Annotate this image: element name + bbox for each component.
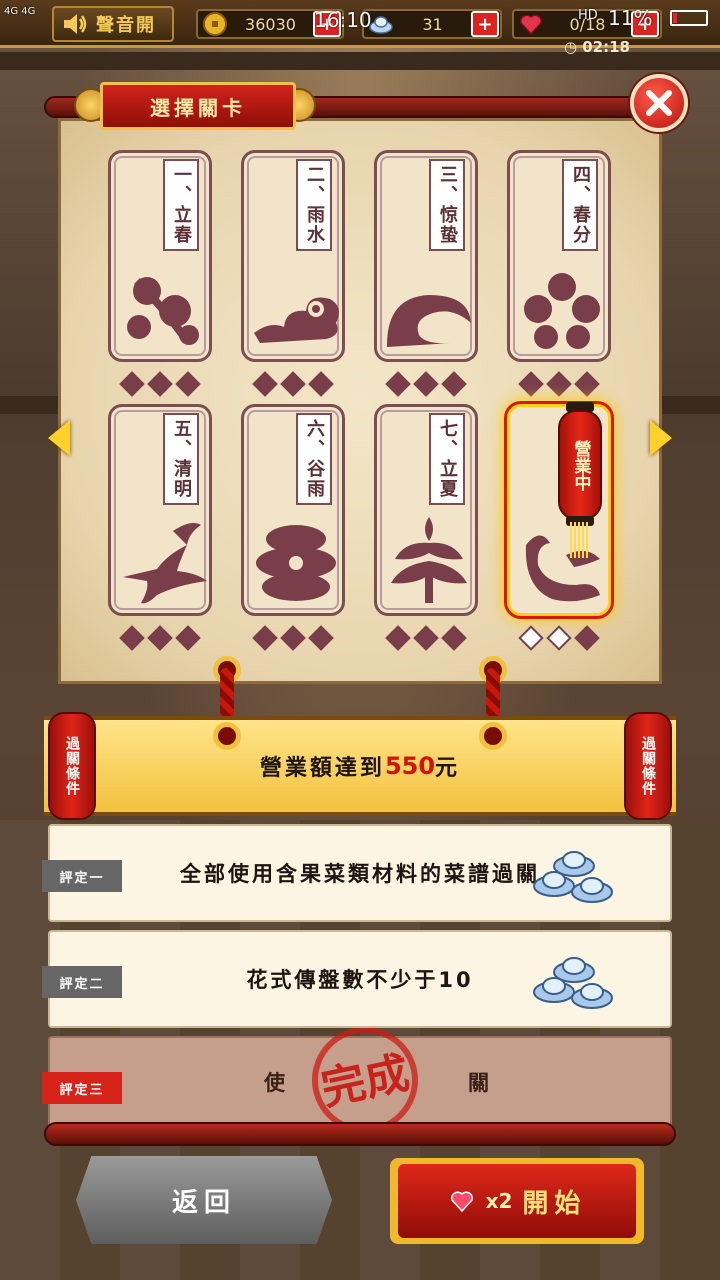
level-1-rating xyxy=(108,371,212,397)
rating-tag: 評定二 xyxy=(42,966,122,998)
level-label: 七、立夏 xyxy=(429,413,465,505)
rating-tag: 評定三 xyxy=(42,1072,122,1104)
clear-condition-banner: 營業額達到 550 元 xyxy=(44,716,676,816)
lantern-label: 營業中 xyxy=(570,439,591,491)
level-card-4[interactable]: 四、春分 xyxy=(507,150,611,362)
clock: 16:10 xyxy=(314,8,372,32)
silver-value: 31 xyxy=(422,14,443,34)
blossom-emblem-icon xyxy=(524,273,600,349)
level-card-6[interactable]: 六、谷雨 xyxy=(241,404,345,616)
panel-title: 選擇關卡 xyxy=(100,82,296,130)
rating-row-1: 評定一 全部使用含果菜類材料的菜譜過關 xyxy=(42,824,672,922)
level-card-2[interactable]: 二、雨水 xyxy=(241,150,345,362)
close-button[interactable] xyxy=(630,74,688,132)
next-page-arrow[interactable] xyxy=(650,420,672,456)
banner-ring-left xyxy=(213,722,241,750)
rating-text: 花式傳盤數不少于10 xyxy=(246,968,474,992)
cloud-emblem-icon xyxy=(254,297,339,343)
rating-text-visible: 使 xyxy=(264,1071,288,1095)
lotus-emblem-icon xyxy=(391,517,467,603)
level-label: 二、雨水 xyxy=(296,159,332,251)
condition-side-label: 過關條件 xyxy=(64,736,81,796)
level-label: 六、谷雨 xyxy=(296,413,332,505)
condition-amount: 550 xyxy=(384,752,436,780)
prev-page-arrow[interactable] xyxy=(48,420,70,456)
heart-icon xyxy=(519,14,543,36)
crane-emblem-icon xyxy=(123,523,207,604)
hd-indicator: HD xyxy=(578,8,598,23)
open-for-business-lantern: 營業中 xyxy=(556,396,604,558)
battery-percent: 11% xyxy=(608,6,653,30)
start-label: 開始 xyxy=(522,1188,587,1219)
level-card-5[interactable]: 五、清明 xyxy=(108,404,212,616)
signal-indicator: 4G 4G xyxy=(4,6,36,17)
level-4-rating xyxy=(507,371,611,397)
condition-lantern-left: 過關條件 xyxy=(48,712,96,820)
stamp-text: 完成 xyxy=(317,1047,414,1115)
level-label: 五、清明 xyxy=(163,413,199,505)
speaker-icon xyxy=(64,14,87,34)
silver-ingot-reward-icon xyxy=(533,851,613,903)
timer-value: 02:18 xyxy=(582,38,630,56)
close-icon xyxy=(646,90,672,116)
level-3-rating xyxy=(374,371,478,397)
level-card-7[interactable]: 七、立夏 xyxy=(374,404,478,616)
plum-flower-emblem-icon xyxy=(127,277,199,345)
condition-prefix: 營業額達到 xyxy=(259,756,385,781)
rating-tag: 評定一 xyxy=(42,860,122,892)
coin-value: 36030 xyxy=(245,14,296,34)
coin-icon xyxy=(203,12,227,36)
heart-icon xyxy=(450,1191,473,1213)
silver-counter: 31 + xyxy=(362,9,502,39)
level-label: 三、惊蛰 xyxy=(429,159,465,251)
level-card-1[interactable]: 一、立春 xyxy=(108,150,212,362)
top-bar: 4G 4G 聲音開 36030 + 31 + 0/18 + 16:10 HD 1… xyxy=(0,0,720,62)
sound-label: 聲音開 xyxy=(96,15,156,36)
back-button[interactable]: 返回 xyxy=(76,1156,332,1244)
condition-suffix: 元 xyxy=(435,756,461,781)
scroll-rod-bottom xyxy=(44,1122,676,1146)
condition-side-label: 過關條件 xyxy=(640,736,657,796)
rating-text: 全部使用含果菜類材料的菜譜過關 xyxy=(180,862,540,886)
clock-icon: ◷ xyxy=(563,38,583,56)
wave-emblem-icon xyxy=(387,295,471,347)
level-8-rating xyxy=(507,625,611,651)
pine-cloud-emblem-icon xyxy=(256,525,336,601)
heart-refill-timer: ◷ 02:18 xyxy=(564,38,630,56)
start-button[interactable]: x2 開始 xyxy=(398,1164,636,1238)
completed-stamp: 完成 xyxy=(312,1028,418,1132)
banner-ring-right xyxy=(479,722,507,750)
start-cost: x2 xyxy=(485,1189,513,1213)
level-label: 一、立春 xyxy=(163,159,199,251)
level-card-3[interactable]: 三、惊蛰 xyxy=(374,150,478,362)
level-2-rating xyxy=(241,371,345,397)
level-7-rating xyxy=(374,625,478,651)
level-label: 四、春分 xyxy=(562,159,598,251)
level-5-rating xyxy=(108,625,212,651)
add-silver-button[interactable]: + xyxy=(471,11,499,37)
rating-row-2: 評定二 花式傳盤數不少于10 xyxy=(42,930,672,1028)
silver-ingot-reward-icon xyxy=(533,957,613,1009)
rating-text-tail: 關 xyxy=(468,1071,492,1095)
condition-lantern-right: 過關條件 xyxy=(624,712,672,820)
sound-toggle-button[interactable]: 聲音開 xyxy=(52,6,174,42)
level-6-rating xyxy=(241,625,345,651)
battery-icon xyxy=(670,10,708,26)
